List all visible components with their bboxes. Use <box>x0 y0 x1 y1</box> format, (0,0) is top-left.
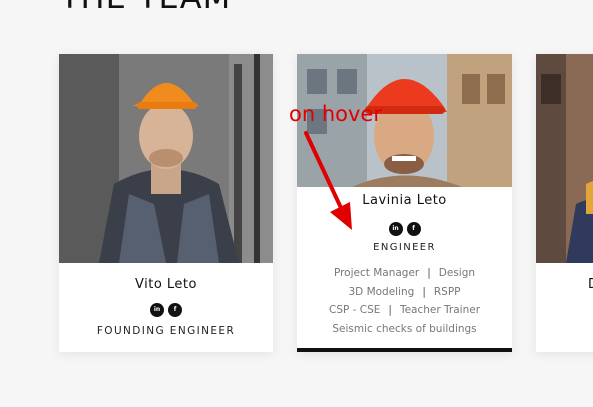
member-skills: Project Manager | Design 3D Modeling | RSPP … <box>297 264 512 338</box>
team-card-partial[interactable]: D <box>536 54 593 352</box>
skill-item: CSP - CSE <box>328 304 381 316</box>
skill-item: Project Manager <box>333 267 420 279</box>
linkedin-icon[interactable]: in <box>150 302 164 317</box>
skills-row: Project Manager | Design <box>333 267 476 279</box>
skill-item: RSPP <box>433 285 461 298</box>
member-name: D <box>588 277 593 292</box>
team-member-photo <box>536 54 593 263</box>
member-name: Vito Leto <box>135 277 197 292</box>
hover-annotation: on hover <box>289 102 382 126</box>
team-card-vito[interactable]: Vito Leto in f FOUNDING ENGINEER <box>59 54 273 352</box>
skill-item: Design <box>438 267 476 279</box>
linkedin-icon[interactable]: in <box>388 221 403 236</box>
member-role: ENGINEER <box>373 242 436 253</box>
skill-item: Teacher Trainer <box>399 304 481 316</box>
skills-row: CSP - CSE | Teacher Trainer <box>328 304 481 316</box>
member-name: Lavinia Leto <box>362 193 447 208</box>
team-card-lavinia[interactable]: Lavinia Leto in f ENGINEER Project Manage… <box>297 54 512 352</box>
skill-item: Seismic checks of buildings <box>332 322 477 335</box>
skill-item: 3D Modeling <box>348 285 415 298</box>
skills-row: Seismic checks of buildings <box>297 320 512 339</box>
team-member-photo <box>59 54 273 263</box>
facebook-icon[interactable]: f <box>168 302 182 317</box>
member-role: FOUNDING ENGINEER <box>96 325 236 337</box>
facebook-icon[interactable]: f <box>406 221 421 236</box>
skills-row: 3D Modeling | RSPP <box>348 285 461 298</box>
section-title: THE TEAM <box>60 0 231 16</box>
hover-accent-bar <box>297 348 512 352</box>
social-links: in f <box>59 299 273 318</box>
social-links: in f <box>297 218 512 237</box>
